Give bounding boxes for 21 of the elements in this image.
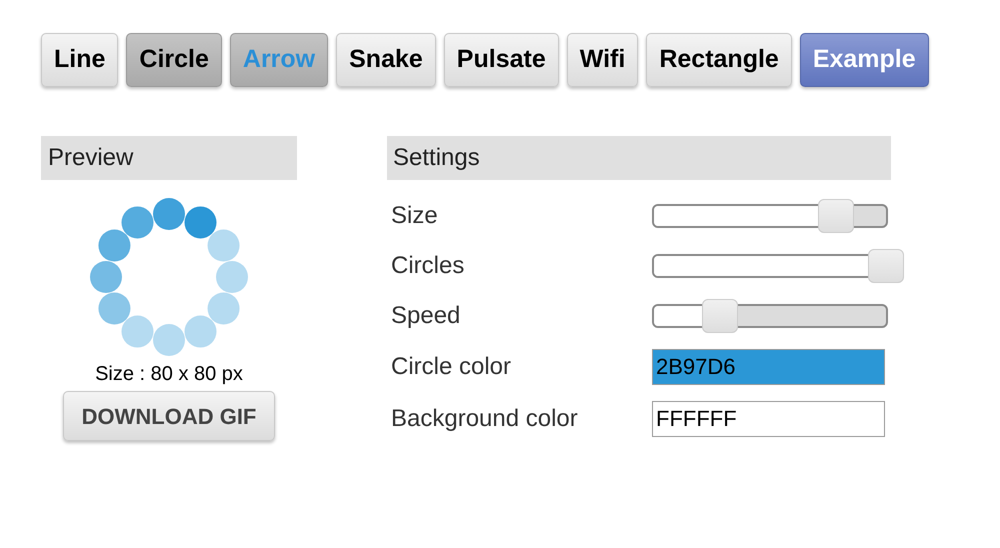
slider-thumb[interactable] <box>818 199 854 233</box>
download-button[interactable]: DOWNLOAD GIF <box>63 391 275 441</box>
preview-header: Preview <box>41 136 297 180</box>
setting-label: Circles <box>390 251 466 281</box>
setting-label: Size <box>390 201 439 231</box>
setting-label: Background color <box>390 404 579 434</box>
tab[interactable]: Snake <box>336 33 436 87</box>
tab[interactable]: Circle <box>126 33 222 87</box>
slider-thumb[interactable] <box>702 299 738 333</box>
tab[interactable]: Wifi <box>566 33 638 87</box>
color-field[interactable]: 2B97D6 <box>652 349 885 385</box>
slider-thumb[interactable] <box>868 249 904 283</box>
tab[interactable]: Rectangle <box>646 33 792 87</box>
slider[interactable] <box>652 249 904 283</box>
settings-header: Settings <box>387 136 891 180</box>
size-text: Size : 80 x 80 px <box>95 362 243 387</box>
setting-label: Circle color <box>390 352 512 382</box>
tab[interactable]: Pulsate <box>444 33 559 87</box>
setting-label: Speed <box>390 301 462 331</box>
color-field[interactable]: FFFFFF <box>652 401 885 437</box>
tab[interactable]: Line <box>41 33 118 87</box>
